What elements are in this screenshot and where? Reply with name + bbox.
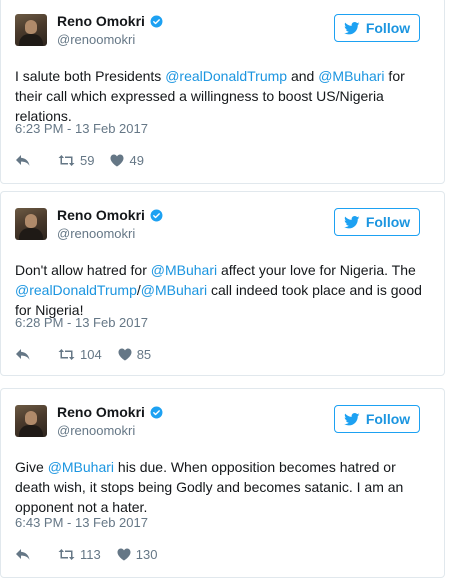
author-row: Reno Omokri (57, 13, 163, 29)
follow-label: Follow (365, 20, 411, 36)
tweet-text: I salute both Presidents @realDonaldTrum… (15, 68, 405, 124)
verified-badge-icon (150, 406, 163, 418)
follow-label: Follow (365, 214, 411, 230)
tweet-card: Reno Omokri @renoomokri Follow Don't all… (0, 191, 445, 376)
avatar[interactable] (15, 14, 47, 46)
avatar[interactable] (15, 208, 47, 240)
avatar[interactable] (15, 405, 47, 437)
tweet-text: Give @MBuhari his due. When opposition b… (15, 459, 404, 515)
like-button[interactable]: 130 (117, 547, 158, 562)
like-count: 49 (129, 153, 144, 168)
mention-link[interactable]: @MBuhari (141, 282, 207, 298)
tweet-actions: 59 49 (15, 153, 144, 168)
author-handle[interactable]: @renoomokri (57, 423, 135, 438)
retweet-icon (58, 155, 75, 166)
author-row: Reno Omokri (57, 404, 163, 420)
retweet-count: 104 (80, 347, 102, 362)
reply-button[interactable] (15, 154, 36, 167)
follow-label: Follow (365, 411, 411, 427)
like-button[interactable]: 85 (118, 347, 151, 362)
reply-icon (16, 549, 30, 560)
twitter-bird-icon (343, 412, 360, 425)
verified-badge-icon (150, 209, 163, 221)
like-count: 130 (135, 547, 158, 562)
retweet-count: 113 (80, 547, 101, 562)
follow-button[interactable]: Follow (334, 405, 420, 433)
retweet-button[interactable]: 113 (58, 547, 101, 562)
reply-button[interactable] (15, 348, 36, 361)
author-name[interactable]: Reno Omokri (57, 404, 145, 420)
retweet-count: 59 (80, 153, 95, 168)
author-handle[interactable]: @renoomokri (57, 32, 135, 47)
heart-icon (118, 348, 132, 361)
like-button[interactable]: 49 (110, 153, 144, 168)
tweet-text: Don't allow hatred for @MBuhari affect y… (15, 262, 422, 318)
author-row: Reno Omokri (57, 207, 163, 223)
mention-link[interactable]: @MBuhari (318, 68, 384, 84)
like-count: 85 (136, 347, 152, 362)
mention-link[interactable]: @MBuhari (151, 262, 217, 278)
follow-button[interactable]: Follow (334, 208, 420, 236)
twitter-bird-icon (343, 21, 360, 34)
tweet-timestamp[interactable]: 6:23 PM - 13 Feb 2017 (15, 121, 148, 136)
twitter-bird-icon (343, 215, 360, 228)
tweet-actions: 104 85 (15, 347, 151, 362)
tweet-card: Reno Omokri @renoomokri Follow Give @MBu… (0, 388, 445, 578)
retweet-icon (58, 349, 75, 360)
author-name[interactable]: Reno Omokri (57, 13, 145, 29)
follow-button[interactable]: Follow (334, 14, 420, 42)
mention-link[interactable]: @realDonaldTrump (165, 68, 287, 84)
heart-icon (117, 548, 131, 561)
tweet-card: Reno Omokri @renoomokri Follow I salute … (0, 0, 445, 184)
retweet-button[interactable]: 104 (58, 347, 102, 362)
heart-icon (110, 154, 124, 167)
reply-button[interactable] (15, 548, 36, 561)
tweet-timestamp[interactable]: 6:28 PM - 13 Feb 2017 (15, 315, 148, 330)
mention-link[interactable]: @MBuhari (48, 459, 114, 475)
tweet-actions: 113 130 (15, 547, 157, 562)
retweet-icon (58, 549, 75, 560)
reply-icon (16, 155, 30, 166)
author-handle[interactable]: @renoomokri (57, 226, 135, 241)
mention-link[interactable]: @realDonaldTrump (15, 282, 137, 298)
tweet-timestamp[interactable]: 6:43 PM - 13 Feb 2017 (15, 515, 148, 530)
author-name[interactable]: Reno Omokri (57, 207, 145, 223)
retweet-button[interactable]: 59 (58, 153, 94, 168)
reply-icon (16, 349, 30, 360)
verified-badge-icon (150, 15, 163, 27)
